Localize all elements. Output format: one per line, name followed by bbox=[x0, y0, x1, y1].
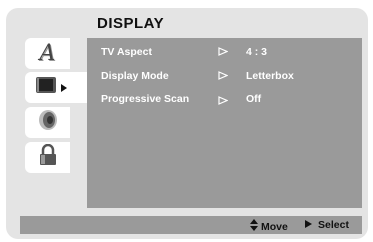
setting-value: Letterbox bbox=[246, 70, 294, 82]
setting-value: Off bbox=[246, 93, 262, 105]
arrow-right-icon bbox=[218, 96, 229, 108]
setting-value: 4 : 3 bbox=[246, 46, 268, 58]
setting-label: Display Mode bbox=[101, 70, 169, 82]
select-hint: Select bbox=[305, 219, 349, 231]
tab-display[interactable] bbox=[25, 72, 87, 103]
selected-tab-pointer-icon bbox=[61, 79, 67, 97]
move-hint: Move bbox=[250, 219, 288, 234]
tab-lock[interactable] bbox=[25, 142, 70, 173]
setting-label: Progressive Scan bbox=[101, 93, 190, 105]
right-arrow-icon bbox=[305, 219, 312, 231]
language-icon: A bbox=[39, 41, 56, 66]
tab-language[interactable]: A bbox=[25, 38, 70, 69]
settings-content-area bbox=[87, 38, 362, 208]
setting-label: TV Aspect bbox=[101, 46, 152, 58]
select-label: Select bbox=[318, 219, 349, 231]
display-tv-icon bbox=[35, 76, 57, 99]
page-title: DISPLAY bbox=[97, 15, 165, 32]
tab-audio[interactable] bbox=[25, 107, 70, 138]
lock-icon bbox=[38, 143, 58, 171]
up-down-arrow-icon bbox=[250, 219, 258, 234]
move-label: Move bbox=[261, 220, 288, 233]
arrow-right-icon bbox=[218, 47, 229, 59]
speaker-icon bbox=[37, 109, 59, 136]
arrow-right-icon bbox=[218, 71, 229, 83]
footer-bar: Move Select bbox=[20, 216, 362, 234]
